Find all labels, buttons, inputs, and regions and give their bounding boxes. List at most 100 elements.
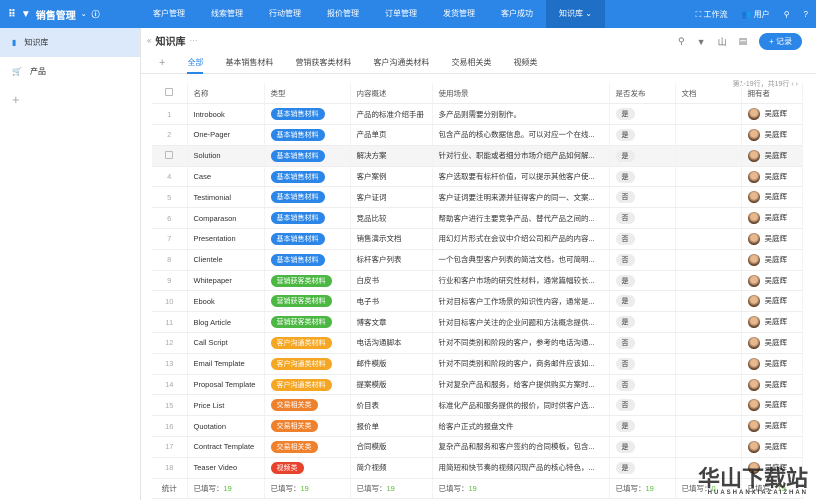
cell-scenario[interactable]: 针对不同类别和阶段的客户，参考的电话沟通... [432,332,610,354]
cell-name[interactable]: One-Pager [187,124,265,146]
select-all-checkbox[interactable] [152,83,188,105]
app-brand[interactable]: ⠿ ▼ 销售管理 ⌄ ⓘ [0,7,140,22]
column-header[interactable]: 名称 [187,83,265,105]
table-row[interactable]: 10 Ebook 营销获客类材料 电子书 针对目标客户工作场景的知识性内容，通常是...… [152,290,803,313]
cell-scenario[interactable]: 行业和客户市场的研究性材料，通常篇幅较长... [432,270,610,292]
table-row[interactable]: 8 Clientele 基本销售材料 标杆客户列表 一个包含典型客户列表的简洁文档，也可… [152,249,803,271]
cell-type[interactable]: 客户沟通类材料 [264,332,351,354]
cell-scenario[interactable]: 针对复杂产品和服务，给客户提供购买方案时... [432,374,610,396]
cell-scenario[interactable]: 客户选取要有标杆价值，可以提示其他客户使... [432,166,610,188]
column-header[interactable]: 是否发布 [609,83,676,105]
cell-owner[interactable]: 吴庭辉 [741,124,803,146]
cell-owner[interactable]: 吴庭辉 [741,332,803,354]
cell-summary[interactable]: 解决方案 [350,145,433,167]
cell-summary[interactable]: 价目表 [350,394,433,417]
cell-name[interactable]: Proposal Template [187,374,265,396]
cell-owner[interactable]: 吴庭辉 [741,186,803,209]
cell-type[interactable]: 基本销售材料 [264,166,351,188]
cell-name[interactable]: Ebook [187,290,265,313]
cell-owner[interactable]: 吴庭辉 [741,228,803,250]
cell-summary[interactable]: 销售演示文档 [350,228,433,250]
cell-published[interactable]: 否 [609,332,676,354]
cell-summary[interactable]: 产品的标准介绍手册 [350,103,433,126]
column-header[interactable]: 类型 [264,83,351,105]
cell-owner[interactable]: 吴庭辉 [741,311,803,334]
cell-document[interactable] [675,103,742,126]
cell-document[interactable] [675,415,742,438]
users-button[interactable]: 👥 用户 [742,9,770,20]
cell-document[interactable] [675,353,742,375]
cell-summary[interactable]: 邮件模版 [350,353,433,375]
cell-scenario[interactable]: 针对目标客户关注的企业问题和方法概念提供... [432,311,610,334]
cell-name[interactable]: Blog Article [187,311,265,334]
cell-name[interactable]: Call Script [187,332,265,354]
cell-published[interactable]: 否 [609,186,676,209]
cell-name[interactable]: Contract Template [187,436,265,458]
cell-name[interactable]: Presentation [187,228,265,250]
cell-owner[interactable]: 吴庭辉 [741,290,803,313]
cell-published[interactable]: 否 [609,394,676,417]
cell-document[interactable] [675,332,742,354]
cell-summary[interactable]: 博客文章 [350,311,433,334]
cell-name[interactable]: Clientele [187,249,265,271]
cell-type[interactable]: 营销获客类材料 [264,270,351,292]
table-row[interactable]: 5 Testimonial 基本销售材料 客户证词 客户证词要注明来源并征得客户的同一、… [152,186,803,209]
cell-name[interactable]: Quotation [187,415,265,438]
apps-grid-icon[interactable]: ⠿ [8,9,16,20]
cell-document[interactable] [675,436,742,458]
table-row[interactable]: 11 Blog Article 营销获客类材料 博客文章 针对目标客户关注的企业问题和方… [152,311,803,334]
nav-item[interactable]: 行动管理 [256,0,314,28]
sidebar-item-knowledge[interactable]: ▮ 知识库 [0,28,140,57]
cell-published[interactable]: 否 [609,207,676,230]
cell-published[interactable]: 否 [609,228,676,250]
cell-type[interactable]: 视频类 [264,457,351,479]
cell-published[interactable]: 是 [609,166,676,188]
chevron-down-icon[interactable]: ⌄ [81,10,87,18]
cell-scenario[interactable]: 复杂产品和服务和客户签约的合同模板，包含... [432,436,610,458]
cell-owner[interactable]: 吴庭辉 [741,103,803,126]
cell-owner[interactable]: 吴庭辉 [741,249,803,271]
column-header[interactable]: 使用场景 [432,83,610,105]
cell-document[interactable] [675,186,742,209]
cell-summary[interactable]: 白皮书 [350,270,433,292]
cell-published[interactable]: 是 [609,124,676,146]
tab-view[interactable]: 基本销售材料 [225,52,273,74]
cell-summary[interactable]: 提案模版 [350,374,433,396]
cell-document[interactable] [675,290,742,313]
cell-name[interactable]: Comparason [187,207,265,230]
cell-type[interactable]: 基本销售材料 [264,228,351,250]
cell-type[interactable]: 交易相关类 [264,394,351,417]
cell-document[interactable] [675,311,742,334]
cell-type[interactable]: 基本销售材料 [264,145,351,167]
comment-icon[interactable]: ▤ [739,36,748,47]
cell-type[interactable]: 营销获客类材料 [264,311,351,334]
cell-document[interactable] [675,145,742,167]
cell-document[interactable] [675,166,742,188]
tab-view[interactable]: 视频类 [513,52,537,74]
cell-published[interactable]: 否 [609,249,676,271]
cell-scenario[interactable]: 一个包含典型客户列表的简洁文档，也可简明... [432,249,610,271]
column-header[interactable]: 文档 [675,83,742,105]
nav-item[interactable]: 客户管理 [140,0,198,28]
cell-summary[interactable]: 电子书 [350,290,433,313]
cell-published[interactable]: 是 [609,457,676,479]
cell-type[interactable]: 营销获客类材料 [264,290,351,313]
column-header[interactable]: 内容概述 [350,83,433,105]
cell-name[interactable]: Testimonial [187,186,265,209]
tab-view[interactable]: 营销获客类材料 [295,52,351,74]
cell-scenario[interactable]: 用幻灯片形式在会议中介绍公司和产品的内容... [432,228,610,250]
search-icon[interactable]: ⚲ [678,36,685,47]
table-row[interactable]: 4 Case 基本销售材料 客户案例 客户选取要有标杆价值，可以提示其他客户使... 是 吴… [152,166,803,188]
cell-published[interactable]: 是 [609,103,676,126]
cell-document[interactable] [675,207,742,230]
sidebar-item-products[interactable]: 🛒 产品 [0,57,140,86]
nav-item[interactable]: 发货管理 [430,0,488,28]
row-checkbox[interactable] [152,145,188,167]
cell-published[interactable]: 是 [609,415,676,438]
filter-icon[interactable]: ▼ [697,37,706,47]
cell-scenario[interactable]: 针对行业、职能或者细分市场介绍产品如何解... [432,145,610,167]
cell-document[interactable] [675,249,742,271]
cell-name[interactable]: Teaser Video [187,457,265,479]
table-row[interactable]: 2 One-Pager 基本销售材料 产品单页 包含产品的核心数据信息。可以对应一个在线… [152,124,803,146]
tab-view[interactable]: 交易相关类 [451,52,491,74]
